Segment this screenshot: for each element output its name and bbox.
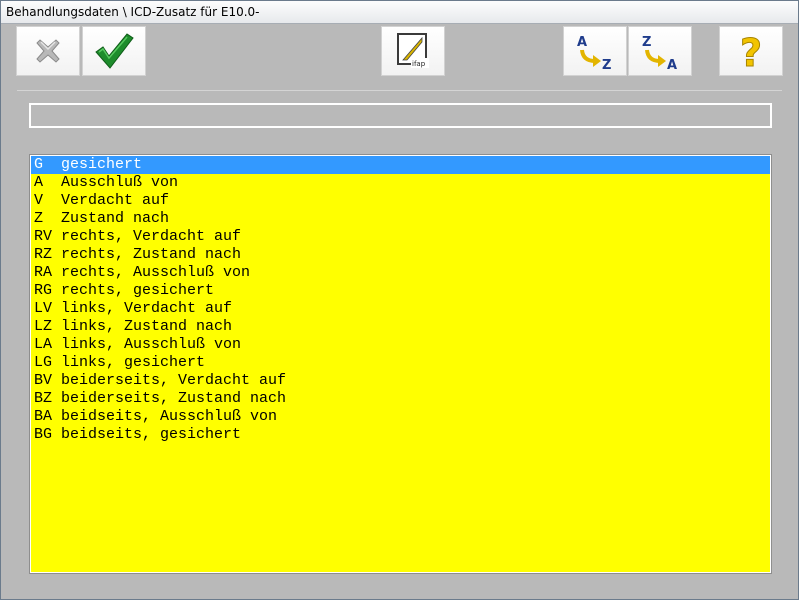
list-item[interactable]: RZ rechts, Zustand nach bbox=[31, 246, 770, 264]
list-item-text: beidseits, gesichert bbox=[61, 426, 242, 443]
sort-z-a-icon: Z A bbox=[638, 31, 682, 71]
list-item-text: links, Zustand nach bbox=[61, 318, 233, 335]
checkmark-icon bbox=[94, 32, 134, 70]
list-item[interactable]: RA rechts, Ausschluß von bbox=[31, 264, 770, 282]
icd-suffix-list[interactable]: Ggesichert A Ausschluß von V Verdacht auf Z Zu… bbox=[29, 154, 772, 574]
list-item-text: Zustand nach bbox=[61, 210, 170, 227]
list-item-text: beiderseits, Zustand nach bbox=[61, 390, 287, 407]
list-item[interactable]: LG links, gesichert bbox=[31, 354, 770, 372]
sort-descending-button[interactable]: Z A bbox=[628, 26, 692, 76]
ifap-logo-text: ifap bbox=[412, 60, 426, 68]
list-item[interactable]: LA links, Ausschluß von bbox=[31, 336, 770, 354]
list-item[interactable]: Ggesichert bbox=[31, 156, 770, 174]
list-item-text: links, Ausschluß von bbox=[61, 336, 242, 353]
list-item-text: Ausschluß von bbox=[61, 174, 179, 191]
sort-glyph-a: A bbox=[667, 58, 677, 71]
close-x-icon bbox=[33, 36, 63, 66]
cancel-button[interactable] bbox=[16, 26, 80, 76]
list-item-code: LA bbox=[34, 336, 53, 353]
list-item[interactable]: V Verdacht auf bbox=[31, 192, 770, 210]
list-item-code: LG bbox=[34, 354, 53, 371]
sort-glyph-z: Z bbox=[602, 58, 611, 71]
list-item-text: links, Verdacht auf bbox=[61, 300, 233, 317]
title-bar: Behandlungsdaten \ ICD-Zusatz für E10.0- bbox=[1, 1, 798, 24]
list-item-code: BG bbox=[34, 426, 53, 443]
list-item-code: V bbox=[34, 192, 44, 209]
list-item[interactable]: A Ausschluß von bbox=[31, 174, 770, 192]
list-item-code: RZ bbox=[34, 246, 53, 263]
ifap-logo-icon: ifap bbox=[396, 32, 430, 70]
list-item-text: beiderseits, Verdacht auf bbox=[61, 372, 287, 389]
list-item[interactable]: BA beidseits, Ausschluß von bbox=[31, 408, 770, 426]
list-item-code: BA bbox=[34, 408, 53, 425]
list-item-text: beidseits, Ausschluß von bbox=[61, 408, 278, 425]
help-glyph: ? bbox=[740, 31, 762, 71]
list-item-text: rechts, gesichert bbox=[61, 282, 215, 299]
help-button[interactable]: ? bbox=[719, 26, 783, 76]
list-item[interactable]: LZ links, Zustand nach bbox=[31, 318, 770, 336]
sort-a-z-icon: A Z bbox=[573, 31, 617, 71]
list-item[interactable]: Z Zustand nach bbox=[31, 210, 770, 228]
list-item[interactable]: BV beiderseits, Verdacht auf bbox=[31, 372, 770, 390]
list-item[interactable]: LV links, Verdacht auf bbox=[31, 300, 770, 318]
list-item-code: LZ bbox=[34, 318, 53, 335]
list-item-code: RA bbox=[34, 264, 53, 281]
question-mark-icon: ? bbox=[734, 31, 768, 71]
sort-glyph-z: Z bbox=[642, 35, 651, 50]
filter-input[interactable] bbox=[29, 103, 772, 128]
sort-ascending-button[interactable]: A Z bbox=[563, 26, 627, 76]
list-item-code: BZ bbox=[34, 390, 53, 407]
window-title: Behandlungsdaten \ ICD-Zusatz für E10.0- bbox=[6, 5, 260, 19]
list-item-code: RG bbox=[34, 282, 53, 299]
toolbar-separator bbox=[17, 90, 782, 91]
list-item-code: BV bbox=[34, 372, 53, 389]
list-item-code: LV bbox=[34, 300, 53, 317]
list-item-code: Z bbox=[34, 210, 44, 227]
sort-glyph-a: A bbox=[577, 35, 587, 50]
list-item-code: RV bbox=[34, 228, 53, 245]
list-item[interactable]: BG beidseits, gesichert bbox=[31, 426, 770, 444]
list-item-text: gesichert bbox=[61, 156, 143, 173]
list-item-code: A bbox=[34, 174, 44, 191]
toolbar: ifap A Z Z A ? bbox=[1, 24, 798, 78]
list-item-text: rechts, Ausschluß von bbox=[61, 264, 251, 281]
ok-button[interactable] bbox=[82, 26, 146, 76]
list-item[interactable]: RV rechts, Verdacht auf bbox=[31, 228, 770, 246]
list-item-code: G bbox=[34, 156, 44, 173]
list-item-text: rechts, Zustand nach bbox=[61, 246, 242, 263]
list-item-text: Verdacht auf bbox=[61, 192, 170, 209]
ifap-button[interactable]: ifap bbox=[381, 26, 445, 76]
list-item[interactable]: RG rechts, gesichert bbox=[31, 282, 770, 300]
list-item-text: rechts, Verdacht auf bbox=[61, 228, 242, 245]
dialog-window: Behandlungsdaten \ ICD-Zusatz für E10.0- bbox=[0, 0, 799, 600]
list-item[interactable]: BZ beiderseits, Zustand nach bbox=[31, 390, 770, 408]
list-item-text: links, gesichert bbox=[61, 354, 206, 371]
